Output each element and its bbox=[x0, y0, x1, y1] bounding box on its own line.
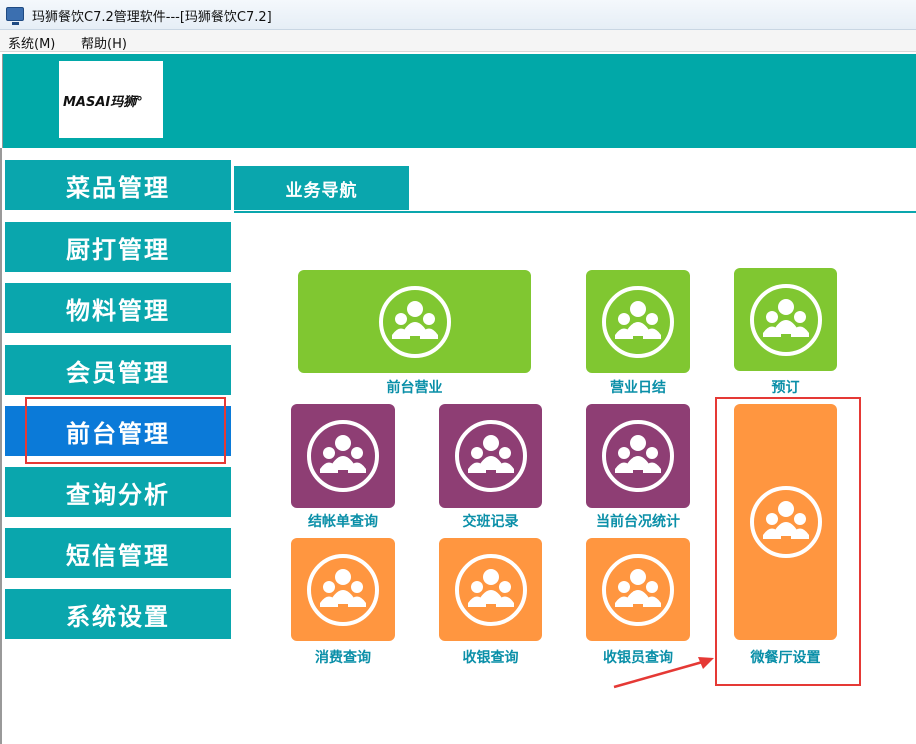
monitor-icon bbox=[6, 7, 24, 25]
people-group-icon bbox=[377, 284, 453, 360]
menu-bar: 系统(M) 帮助(H) bbox=[0, 30, 916, 52]
tile-daily-settlement[interactable] bbox=[586, 270, 690, 373]
people-group-icon bbox=[600, 284, 676, 360]
tile-label: 预订 bbox=[771, 380, 800, 396]
tile-bill-query[interactable] bbox=[291, 404, 395, 508]
tile-label: 交班记录 bbox=[462, 514, 519, 530]
tile-reservation[interactable] bbox=[734, 268, 837, 371]
tile-consumption-query[interactable] bbox=[291, 538, 395, 641]
title-bar: 玛狮餐饮C7.2管理软件---[玛狮餐饮C7.2] bbox=[0, 0, 916, 30]
sidebar-item-materials[interactable]: 物料管理 bbox=[5, 283, 231, 333]
sidebar: 菜品管理 厨打管理 物料管理 会员管理 前台管理 查询分析 短信管理 系统设置 bbox=[0, 148, 231, 744]
tab-underline bbox=[234, 211, 916, 213]
people-group-icon bbox=[453, 552, 529, 628]
tile-label: 微餐厅设置 bbox=[750, 650, 821, 666]
header-banner: MASAI玛狮° bbox=[2, 54, 916, 148]
tile-label: 收银查询 bbox=[462, 650, 519, 666]
people-group-icon bbox=[748, 282, 824, 358]
people-group-icon bbox=[305, 418, 381, 494]
tile-cashier-query[interactable] bbox=[439, 538, 542, 641]
logo-text: MASAI玛狮° bbox=[63, 95, 143, 110]
people-group-icon bbox=[600, 418, 676, 494]
people-group-icon bbox=[748, 484, 824, 560]
tab-business-navigation[interactable]: 业务导航 bbox=[234, 166, 409, 210]
tile-label: 收银员查询 bbox=[603, 650, 673, 666]
tile-label: 消费查询 bbox=[315, 650, 371, 666]
logo: MASAI玛狮° bbox=[59, 61, 163, 138]
sidebar-item-members[interactable]: 会员管理 bbox=[5, 345, 231, 395]
menu-help[interactable]: 帮助(H) bbox=[81, 33, 127, 52]
sidebar-item-query-analysis[interactable]: 查询分析 bbox=[5, 467, 231, 517]
sidebar-item-dishes[interactable]: 菜品管理 bbox=[5, 160, 231, 210]
people-group-icon bbox=[453, 418, 529, 494]
tile-micro-restaurant-settings[interactable] bbox=[734, 404, 837, 640]
sidebar-item-kitchen-print[interactable]: 厨打管理 bbox=[5, 222, 231, 272]
tile-label: 前台营业 bbox=[386, 380, 443, 396]
sidebar-item-system-settings[interactable]: 系统设置 bbox=[5, 589, 231, 639]
people-group-icon bbox=[600, 552, 676, 628]
sidebar-item-front-desk[interactable]: 前台管理 bbox=[5, 406, 231, 456]
tile-label: 结帐单查询 bbox=[308, 514, 378, 530]
sidebar-item-sms[interactable]: 短信管理 bbox=[5, 528, 231, 578]
tile-cashier-staff-query[interactable] bbox=[586, 538, 690, 641]
tile-current-status-stats[interactable] bbox=[586, 404, 690, 508]
tile-label: 当前台况统计 bbox=[596, 514, 680, 530]
people-group-icon bbox=[305, 552, 381, 628]
tile-front-desk-business[interactable] bbox=[298, 270, 531, 373]
menu-system[interactable]: 系统(M) bbox=[8, 33, 55, 52]
tile-label: 营业日结 bbox=[610, 380, 666, 396]
tile-shift-records[interactable] bbox=[439, 404, 542, 508]
window-title: 玛狮餐饮C7.2管理软件---[玛狮餐饮C7.2] bbox=[32, 10, 272, 25]
